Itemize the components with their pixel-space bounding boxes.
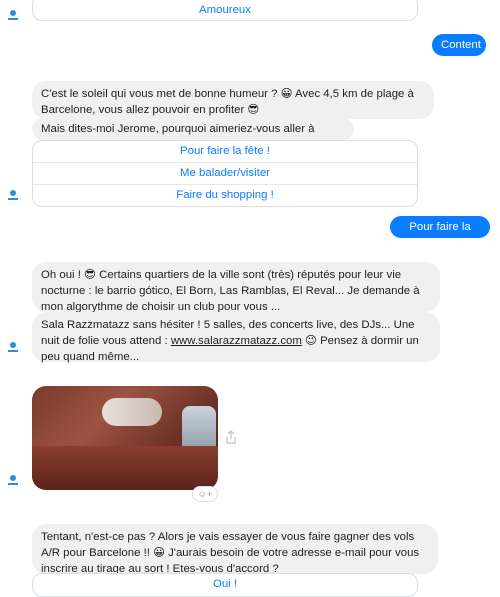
- quick-reply-amoureux[interactable]: Amoureux: [33, 0, 417, 20]
- razzmatazz-link[interactable]: www.salarazzmatazz.com: [171, 335, 302, 347]
- quick-reply-balader-visiter[interactable]: Me balader/visiter: [33, 162, 417, 184]
- gif-figure: [102, 398, 162, 426]
- quick-reply-shopping[interactable]: Faire du shopping !: [33, 184, 417, 206]
- user-message-content: Content: [432, 34, 486, 56]
- gif-image[interactable]: [32, 386, 218, 490]
- quick-reply-group-bottom: Oui !: [32, 573, 418, 597]
- quick-reply-group-reasons: Pour faire la fête ! Me balader/visiter …: [32, 140, 418, 207]
- gif-cushion: [32, 446, 218, 490]
- share-icon[interactable]: [224, 430, 238, 444]
- bot-message-razzmatazz: Sala Razzmatazz sans hésiter ! 5 salles,…: [32, 312, 440, 363]
- bot-message-soleil: C'est le soleil qui vous met de bonne hu…: [32, 81, 434, 119]
- bot-message-question: Mais dites-moi Jerome, pourquoi aimeriez…: [32, 118, 354, 151]
- bot-message-quartiers: Oh oui ! 😎 Certains quartiers de la vill…: [32, 262, 440, 313]
- add-reaction-icon[interactable]: ☺+: [192, 486, 218, 502]
- quick-reply-faire-la-fete[interactable]: Pour faire la fête !: [33, 141, 417, 162]
- user-message-faire-la-fete: Pour faire la fête !: [390, 216, 490, 255]
- bot-message-tentant: Tentant, n'est-ce pas ? Alors je vais es…: [32, 524, 438, 575]
- quick-reply-group-previous: Amoureux: [32, 0, 418, 21]
- bot-avatar: [8, 342, 18, 352]
- bot-avatar: [8, 190, 18, 200]
- bot-avatar: [8, 10, 18, 20]
- bot-avatar: [8, 475, 18, 485]
